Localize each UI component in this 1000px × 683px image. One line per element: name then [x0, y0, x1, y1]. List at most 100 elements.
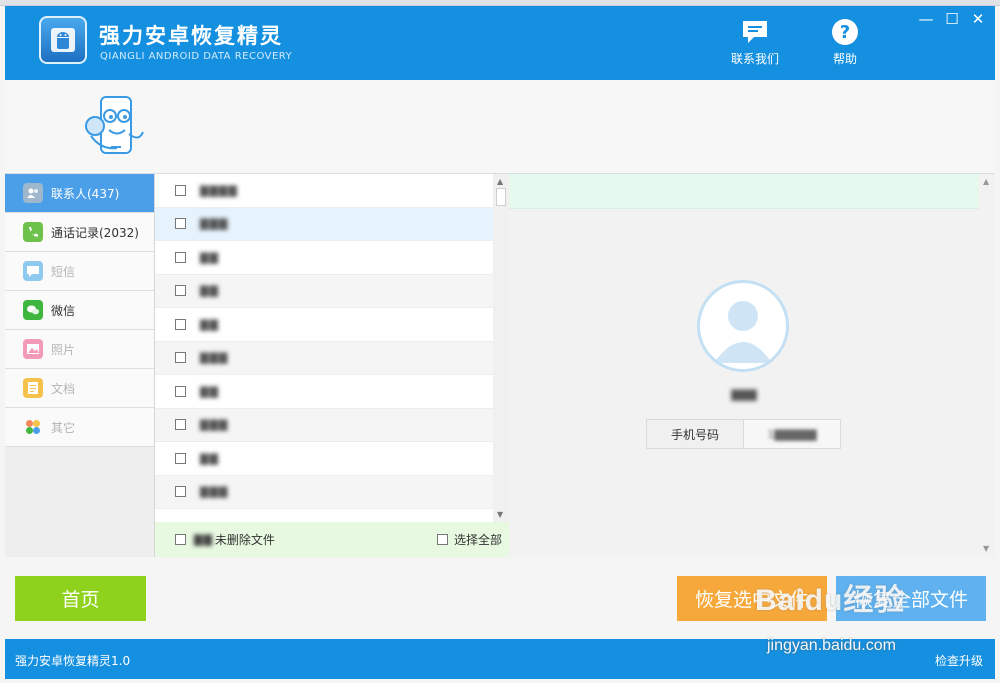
- check-update-link[interactable]: 检查升级: [935, 652, 983, 669]
- contact-name: ▇▇▇▇: [200, 183, 238, 197]
- detail-scrollbar[interactable]: ▲ ▼: [979, 174, 995, 557]
- list-footer: ▇▇ 未删除文件 选择全部: [155, 522, 509, 557]
- select-all-label: 选择全部: [454, 533, 503, 547]
- contact-name: ▇▇▇: [200, 418, 229, 432]
- help-label: 帮助: [832, 52, 857, 66]
- phone-value: 1▇▇▇▇▇: [767, 427, 817, 441]
- row-checkbox[interactable]: [175, 419, 186, 431]
- maximize-button[interactable]: ☐: [941, 10, 963, 28]
- row-checkbox[interactable]: [175, 318, 186, 330]
- contact-us-button[interactable]: 联系我们: [725, 18, 785, 67]
- list-scrollbar[interactable]: ▲ ▼: [493, 174, 509, 522]
- home-button[interactable]: 首页: [15, 576, 146, 621]
- contact-list: ▇▇▇▇ ▇▇▇ ▇▇ ▇▇ ▇▇ ▇▇▇ ▇▇ ▇▇▇ ▇▇ ▇▇▇: [155, 174, 493, 522]
- list-item[interactable]: ▇▇▇▇: [155, 174, 493, 208]
- list-item[interactable]: ▇▇: [155, 241, 493, 275]
- status-bar: 强力安卓恢复精灵1.0 检查升级: [5, 639, 995, 679]
- person-icon: [700, 283, 786, 369]
- contact-name: ▇▇▇: [200, 217, 229, 231]
- sidebar-item-other[interactable]: 其它: [5, 408, 154, 447]
- scroll-up-icon[interactable]: ▲: [983, 177, 989, 186]
- sidebar-item-wechat[interactable]: 微信: [5, 291, 154, 330]
- undeleted-prefix: ▇▇: [194, 533, 213, 546]
- phone-field: 手机号码 1▇▇▇▇▇: [646, 419, 841, 449]
- phone-mascot-icon: [85, 96, 144, 154]
- avatar: [697, 280, 789, 372]
- select-all[interactable]: 选择全部: [437, 531, 502, 548]
- undeleted-label: 未删除文件: [214, 533, 275, 547]
- phone-icon: [23, 222, 43, 242]
- minimize-button[interactable]: —: [915, 10, 937, 28]
- list-item[interactable]: ▇▇: [155, 308, 493, 342]
- row-checkbox[interactable]: [175, 385, 186, 397]
- sidebar-item-label: 其它: [51, 420, 76, 435]
- list-item[interactable]: ▇▇: [155, 274, 493, 308]
- app-window: 强力安卓恢复精灵 QIANGLI ANDROID DATA RECOVERY 联…: [0, 0, 1000, 683]
- list-item[interactable]: ▇▇▇: [155, 408, 493, 442]
- photo-icon: [23, 339, 43, 359]
- detail-header-strip: [509, 174, 979, 209]
- sidebar-item-documents[interactable]: 文档: [5, 369, 154, 408]
- row-checkbox[interactable]: [175, 285, 186, 297]
- banner: [5, 80, 995, 174]
- app-subtitle: QIANGLI ANDROID DATA RECOVERY: [100, 51, 293, 62]
- row-checkbox[interactable]: [175, 184, 186, 196]
- select-all-checkbox[interactable]: [437, 534, 448, 545]
- other-icon: [23, 417, 43, 437]
- contacts-icon: [23, 183, 43, 203]
- contact-detail-name: ▇▇▇: [731, 388, 757, 401]
- wechat-icon: [23, 300, 43, 320]
- row-checkbox[interactable]: [175, 218, 186, 230]
- sidebar-item-call-log[interactable]: 通话记录(2032): [5, 213, 154, 252]
- scroll-thumb[interactable]: [496, 188, 506, 206]
- sidebar-item-label: 通话记录(2032): [51, 225, 139, 240]
- version-text: 强力安卓恢复精灵1.0: [15, 654, 131, 668]
- sidebar-item-label: 照片: [51, 342, 76, 357]
- list-item[interactable]: ▇▇: [155, 375, 493, 409]
- category-sidebar: 联系人(437) 通话记录(2032) 短信 微信 照片 文档 其它: [5, 174, 155, 557]
- contact-name: ▇▇▇: [200, 485, 229, 499]
- android-logo-icon: [39, 16, 87, 64]
- row-checkbox[interactable]: [175, 251, 186, 263]
- sidebar-item-label: 短信: [51, 264, 76, 279]
- sidebar-item-label: 文档: [51, 381, 76, 396]
- list-item[interactable]: ▇▇: [155, 442, 493, 476]
- recover-selected-button[interactable]: 恢复选中文件: [677, 576, 827, 621]
- close-button[interactable]: ✕: [967, 10, 989, 28]
- undeleted-filter[interactable]: ▇▇ 未删除文件: [175, 531, 275, 548]
- scroll-down-icon[interactable]: ▼: [983, 544, 989, 553]
- list-item[interactable]: ▇▇▇: [155, 475, 493, 509]
- app-title: 强力安卓恢复精灵: [99, 24, 283, 48]
- contact-name: ▇▇: [200, 384, 219, 398]
- help-icon: ?: [832, 19, 858, 45]
- phone-label: 手机号码: [647, 420, 744, 448]
- row-checkbox[interactable]: [175, 486, 186, 498]
- scroll-up-icon[interactable]: ▲: [497, 177, 503, 186]
- list-item[interactable]: ▇▇▇: [155, 341, 493, 375]
- sidebar-item-label: 联系人(437): [51, 186, 120, 201]
- action-bar: 首页 恢复选中文件 恢复全部文件: [5, 557, 995, 639]
- row-checkbox[interactable]: [175, 452, 186, 464]
- sidebar-item-contacts[interactable]: 联系人(437): [5, 174, 154, 213]
- undeleted-checkbox[interactable]: [175, 534, 186, 545]
- sms-icon: [23, 261, 43, 281]
- sidebar-item-sms[interactable]: 短信: [5, 252, 154, 291]
- contact-name: ▇▇: [200, 317, 219, 331]
- chat-icon: [743, 21, 767, 43]
- sidebar-item-photos[interactable]: 照片: [5, 330, 154, 369]
- list-item[interactable]: ▇▇▇: [155, 207, 493, 241]
- contact-name: ▇▇: [200, 451, 219, 465]
- svg-text:?: ?: [840, 22, 850, 43]
- contact-detail-pane: ▲ ▼ ▇▇▇ 手机号码 1▇▇▇▇▇: [509, 174, 995, 557]
- contact-name: ▇▇: [200, 284, 219, 298]
- sidebar-item-label: 微信: [51, 303, 76, 318]
- scroll-down-icon[interactable]: ▼: [497, 510, 503, 519]
- contact-list-panel: ▇▇▇▇ ▇▇▇ ▇▇ ▇▇ ▇▇ ▇▇▇ ▇▇ ▇▇▇ ▇▇ ▇▇▇ ▲ ▼ …: [155, 174, 509, 557]
- document-icon: [23, 378, 43, 398]
- recover-all-button[interactable]: 恢复全部文件: [836, 576, 986, 621]
- title-bar: 强力安卓恢复精灵 QIANGLI ANDROID DATA RECOVERY 联…: [5, 6, 995, 80]
- row-checkbox[interactable]: [175, 352, 186, 364]
- contact-name: ▇▇: [200, 250, 219, 264]
- help-button[interactable]: ? 帮助: [815, 18, 875, 67]
- contact-name: ▇▇▇: [200, 351, 229, 365]
